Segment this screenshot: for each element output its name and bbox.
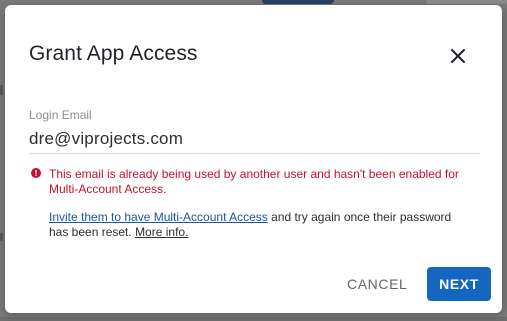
more-info-link[interactable]: More info. <box>135 225 188 239</box>
background-button <box>262 0 334 4</box>
error-text: This email is already being used by anot… <box>49 167 459 196</box>
email-field[interactable] <box>29 125 480 154</box>
close-button[interactable] <box>448 46 468 66</box>
close-icon <box>451 49 465 63</box>
invite-link[interactable]: Invite them to have Multi-Account Access <box>49 210 268 224</box>
next-button[interactable]: NEXT <box>427 267 491 301</box>
background-left-mark-2 <box>0 233 3 241</box>
cancel-button[interactable]: CANCEL <box>341 267 413 301</box>
email-label: Login Email <box>29 108 92 122</box>
info-text: Invite them to have Multi-Account Access… <box>49 210 469 240</box>
error-icon <box>31 168 41 178</box>
background-bottom-strip <box>0 317 507 321</box>
grant-access-dialog: Grant App Access Login Email This email … <box>5 5 502 313</box>
background-select <box>426 0 507 4</box>
background-left-mark <box>0 85 3 95</box>
dialog-title: Grant App Access <box>29 42 198 65</box>
